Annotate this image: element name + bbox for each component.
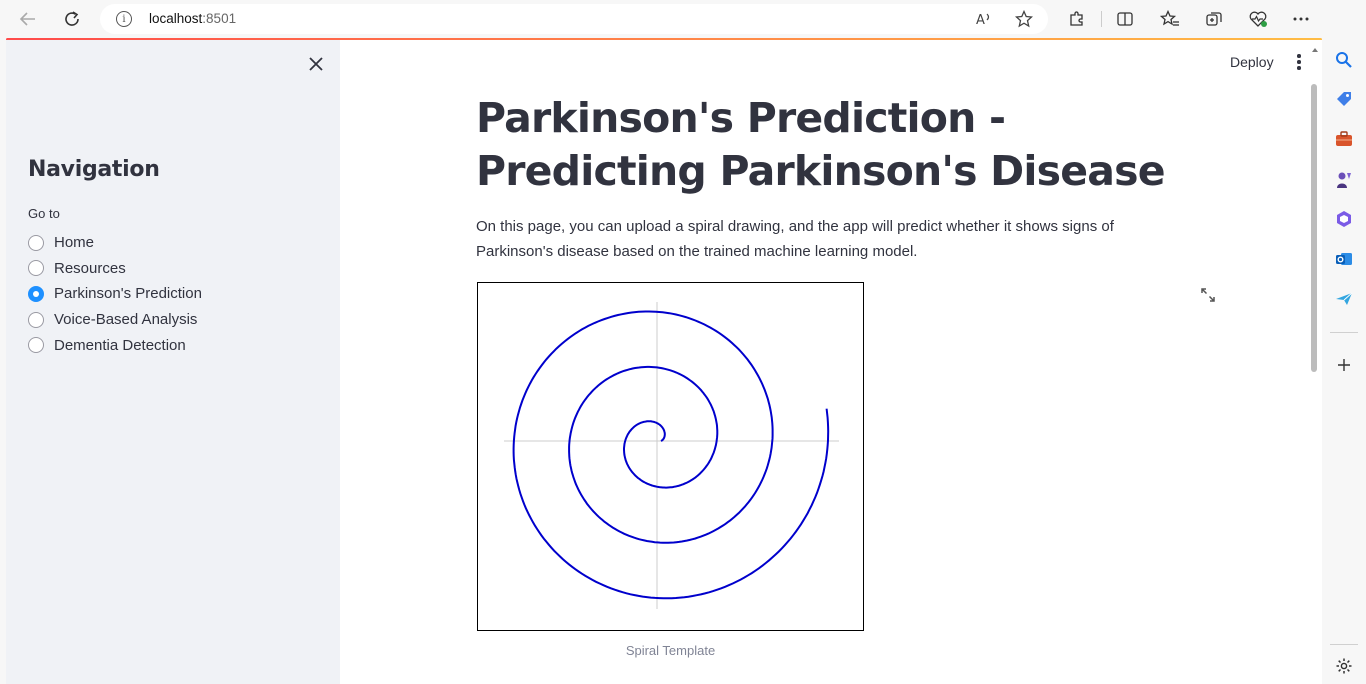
sidebar: Navigation Go to Home Resources Parkinso… [6, 40, 340, 684]
star-icon[interactable] [1014, 10, 1034, 28]
url-port: :8501 [202, 11, 237, 26]
url-text[interactable]: localhost:8501 [149, 11, 236, 26]
toolbar-divider [1101, 11, 1102, 27]
games-icon[interactable] [1334, 170, 1354, 190]
arrow-left-icon [19, 12, 35, 26]
split-screen-icon[interactable] [1115, 9, 1135, 29]
radio-option-dementia-detection[interactable]: Dementia Detection [28, 332, 202, 358]
settings-gear-icon[interactable] [1334, 656, 1354, 676]
address-bar[interactable]: i localhost:8501 A [100, 4, 1048, 34]
radio-button[interactable] [28, 260, 44, 277]
page-description: On this page, you can upload a spiral dr… [476, 218, 1114, 260]
microsoft-365-icon[interactable] [1334, 209, 1354, 229]
spiral-drawing [504, 302, 839, 609]
radio-label: Parkinson's Prediction [54, 285, 202, 303]
radio-option-home[interactable]: Home [28, 230, 202, 256]
browser-toolbar: i localhost:8501 A [0, 0, 1366, 38]
sidebar-title: Navigation [28, 157, 160, 182]
read-aloud-icon[interactable]: A [974, 10, 994, 28]
send-icon[interactable] [1334, 289, 1354, 309]
radio-option-resources[interactable]: Resources [28, 256, 202, 282]
radio-button[interactable] [28, 234, 44, 251]
info-icon[interactable]: i [116, 11, 132, 27]
refresh-button[interactable] [59, 7, 85, 31]
radio-button-selected[interactable] [28, 285, 44, 302]
page-radio-group: Home Resources Parkinson's Prediction Vo… [28, 230, 202, 358]
radio-option-parkinsons-prediction[interactable]: Parkinson's Prediction [28, 281, 202, 307]
heart-pulse-icon[interactable] [1248, 9, 1268, 29]
radio-group-label: Go to [28, 206, 60, 221]
more-dots-icon[interactable] [1291, 9, 1311, 29]
radio-button[interactable] [28, 311, 44, 328]
outlook-icon[interactable] [1334, 249, 1354, 269]
spiral-curve [512, 310, 830, 600]
close-icon [309, 57, 323, 71]
radio-button[interactable] [28, 337, 44, 354]
radio-option-voice-based-analysis[interactable]: Voice-Based Analysis [28, 307, 202, 333]
radio-label: Home [54, 234, 95, 252]
favorites-list-icon[interactable] [1160, 9, 1180, 29]
refresh-icon [65, 11, 79, 26]
close-sidebar-button[interactable] [306, 54, 326, 74]
edge-divider [1330, 644, 1358, 645]
browser-edge-sidebar [1322, 0, 1366, 684]
radio-label: Voice-Based Analysis [54, 311, 198, 329]
add-icon[interactable] [1334, 355, 1354, 375]
spiral-template-image [477, 282, 864, 631]
shopping-tag-icon[interactable] [1334, 89, 1354, 109]
kebab-menu-icon[interactable] [1289, 52, 1309, 72]
radio-label: Resources [54, 259, 126, 277]
edge-divider [1330, 332, 1358, 333]
back-button[interactable] [15, 7, 41, 31]
image-caption: Spiral Template [625, 643, 716, 658]
collections-icon[interactable] [1204, 9, 1224, 29]
radio-label: Dementia Detection [54, 336, 186, 354]
puzzle-icon[interactable] [1067, 9, 1087, 29]
scrollbar-thumb[interactable] [1311, 84, 1317, 372]
url-host: localhost [149, 11, 203, 26]
page-title: Parkinson's Prediction - Predicting Park… [476, 94, 1166, 195]
fullscreen-icon[interactable] [1200, 287, 1216, 303]
app-frame: Navigation Go to Home Resources Parkinso… [6, 40, 1322, 684]
svg-text:A: A [976, 13, 985, 27]
search-icon[interactable] [1334, 50, 1354, 70]
scroll-up-arrow-icon[interactable] [1312, 48, 1318, 52]
toolbox-icon[interactable] [1334, 129, 1354, 149]
deploy-button[interactable]: Deploy [1222, 52, 1282, 72]
